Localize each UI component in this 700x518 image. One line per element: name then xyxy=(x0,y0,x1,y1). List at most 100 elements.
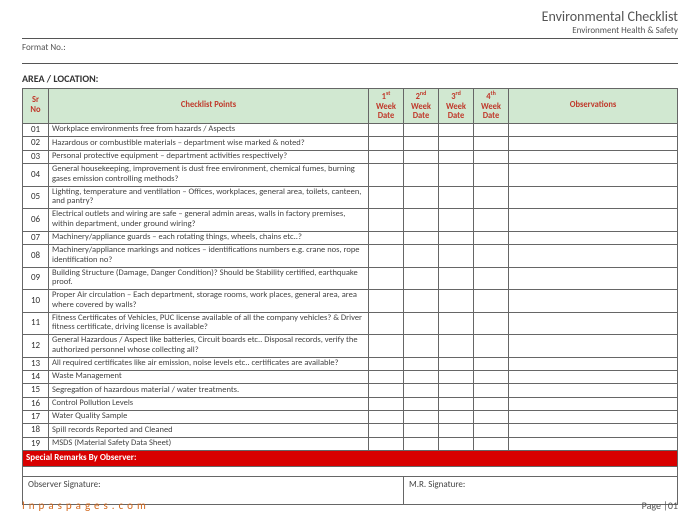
cell-week xyxy=(474,357,509,370)
brand-watermark: Inpaspages.com xyxy=(22,499,150,512)
cell-points: Hazardous or combustible materials – dep… xyxy=(49,137,369,150)
cell-week xyxy=(404,267,439,290)
cell-week xyxy=(474,335,509,358)
table-row: 16Control Pollution Levels xyxy=(23,397,678,410)
cell-obs xyxy=(509,384,678,397)
cell-week xyxy=(369,124,404,137)
cell-sr: 13 xyxy=(23,357,49,370)
cell-week xyxy=(474,186,509,209)
cell-obs xyxy=(509,209,678,232)
area-location-label: AREA / LOCATION: xyxy=(22,64,678,88)
cell-week xyxy=(404,231,439,244)
cell-week xyxy=(439,124,474,137)
cell-points: Electrical outlets and wiring are safe –… xyxy=(49,209,369,232)
table-row: 08Machinery/appliance markings and notic… xyxy=(23,245,678,268)
cell-points: Spill records Reported and Cleaned xyxy=(49,424,369,437)
cell-obs xyxy=(509,124,678,137)
cell-week xyxy=(474,150,509,163)
cell-week xyxy=(404,357,439,370)
cell-week xyxy=(404,186,439,209)
cell-week xyxy=(369,411,404,424)
cell-obs xyxy=(509,411,678,424)
cell-sr: 17 xyxy=(23,411,49,424)
table-row: 18Spill records Reported and Cleaned xyxy=(23,424,678,437)
cell-week xyxy=(439,397,474,410)
cell-week xyxy=(474,209,509,232)
cell-week xyxy=(439,164,474,187)
cell-obs xyxy=(509,371,678,384)
cell-week xyxy=(369,424,404,437)
cell-week xyxy=(369,267,404,290)
table-row: 17Water Quality Sample xyxy=(23,411,678,424)
cell-obs xyxy=(509,137,678,150)
document-header: Environmental Checklist Environment Heal… xyxy=(22,8,678,39)
table-row: 02Hazardous or combustible materials – d… xyxy=(23,137,678,150)
table-row: 14Waste Management xyxy=(23,371,678,384)
cell-points: Personal protective equipment – departme… xyxy=(49,150,369,163)
doc-title: Environmental Checklist xyxy=(22,8,678,25)
cell-week xyxy=(404,164,439,187)
cell-obs xyxy=(509,424,678,437)
cell-week xyxy=(404,384,439,397)
cell-week xyxy=(439,245,474,268)
cell-week xyxy=(404,371,439,384)
table-row: 06Electrical outlets and wiring are safe… xyxy=(23,209,678,232)
special-remarks-row: Special Remarks By Observer: xyxy=(23,451,678,466)
cell-week xyxy=(404,397,439,410)
cell-points: Workplace environments free from hazards… xyxy=(49,124,369,137)
cell-obs xyxy=(509,164,678,187)
table-row: 03Personal protective equipment – depart… xyxy=(23,150,678,163)
cell-sr: 07 xyxy=(23,231,49,244)
table-row: 04General housekeeping, improvement is d… xyxy=(23,164,678,187)
cell-week xyxy=(439,437,474,450)
cell-week xyxy=(439,384,474,397)
cell-week xyxy=(369,371,404,384)
doc-subtitle: Environment Health & Safety xyxy=(22,25,678,36)
cell-points: Segregation of hazardous material / wate… xyxy=(49,384,369,397)
cell-obs xyxy=(509,437,678,450)
cell-week xyxy=(369,312,404,335)
table-row: 11Fitness Certificates of Vehicles, PUC … xyxy=(23,312,678,335)
cell-week xyxy=(404,150,439,163)
cell-week xyxy=(369,290,404,313)
table-row: 05Lighting, temperature and ventilation … xyxy=(23,186,678,209)
cell-week xyxy=(474,137,509,150)
cell-week xyxy=(474,124,509,137)
cell-week xyxy=(369,150,404,163)
cell-week xyxy=(404,411,439,424)
cell-sr: 18 xyxy=(23,424,49,437)
cell-week xyxy=(404,290,439,313)
cell-points: All required certificates like air emiss… xyxy=(49,357,369,370)
page-number: Page |01 xyxy=(642,499,678,512)
cell-sr: 06 xyxy=(23,209,49,232)
cell-points: Waste Management xyxy=(49,371,369,384)
col-points: Checklist Points xyxy=(49,89,369,124)
cell-week xyxy=(439,186,474,209)
table-header-row: Sr No Checklist Points 1stWeekDate 2ndWe… xyxy=(23,89,678,124)
cell-sr: 08 xyxy=(23,245,49,268)
cell-obs xyxy=(509,186,678,209)
cell-points: General Hazardous / Aspect like batterie… xyxy=(49,335,369,358)
cell-sr: 15 xyxy=(23,384,49,397)
cell-obs xyxy=(509,150,678,163)
cell-week xyxy=(439,411,474,424)
col-week-4: 4thWeekDate xyxy=(474,89,509,124)
cell-obs xyxy=(509,245,678,268)
cell-week xyxy=(439,267,474,290)
cell-sr: 02 xyxy=(23,137,49,150)
cell-week xyxy=(369,164,404,187)
format-number-label: Format No.: xyxy=(22,39,678,64)
cell-points: Water Quality Sample xyxy=(49,411,369,424)
cell-sr: 04 xyxy=(23,164,49,187)
col-week-1: 1stWeekDate xyxy=(369,89,404,124)
table-row: 01Workplace environments free from hazar… xyxy=(23,124,678,137)
cell-week xyxy=(474,424,509,437)
cell-week xyxy=(404,437,439,450)
table-row: 12General Hazardous / Aspect like batter… xyxy=(23,335,678,358)
cell-week xyxy=(369,437,404,450)
cell-week xyxy=(369,209,404,232)
cell-week xyxy=(404,124,439,137)
cell-week xyxy=(369,384,404,397)
cell-sr: 10 xyxy=(23,290,49,313)
cell-week xyxy=(439,209,474,232)
